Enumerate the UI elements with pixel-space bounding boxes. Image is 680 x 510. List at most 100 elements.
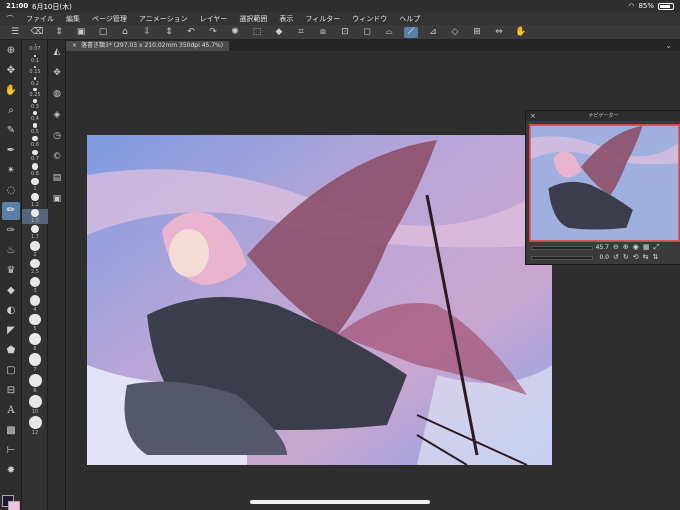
brush-size-item[interactable]: 10 — [22, 394, 48, 415]
home-indicator[interactable] — [250, 500, 430, 504]
redo-icon[interactable]: ↷ — [206, 27, 220, 38]
save-icon[interactable]: ⇩ — [140, 27, 154, 38]
rotate-left-icon[interactable]: ↺ — [613, 253, 619, 261]
grid-icon[interactable]: ⊞ — [470, 27, 484, 38]
flip-horizontal-icon[interactable]: ⇆ — [643, 253, 649, 261]
eyedropper-icon[interactable]: ✎ — [2, 122, 20, 140]
fit-window-icon[interactable]: ⤢ — [653, 243, 659, 252]
cube-icon[interactable]: ◇ — [448, 27, 462, 38]
brush-size-item[interactable]: 2 — [22, 241, 48, 258]
brush-size-item[interactable]: 0.3 — [22, 99, 48, 110]
brush-size-item[interactable]: 5 — [22, 313, 48, 332]
reset-rotation-icon[interactable]: ⟲ — [633, 253, 639, 261]
menu-edit[interactable]: 編集 — [60, 14, 86, 24]
menu-page[interactable]: ページ管理 — [86, 14, 133, 24]
eraser-icon[interactable]: ◆ — [2, 282, 20, 300]
fill-tool-icon[interactable]: ◤ — [2, 322, 20, 340]
menu-layer[interactable]: レイヤー — [194, 14, 234, 24]
flip-vertical-icon[interactable]: ⇅ — [653, 253, 659, 261]
brush-size-item[interactable]: 0.4 — [22, 110, 48, 122]
gradient-icon[interactable]: ⬟ — [2, 342, 20, 360]
menu-help[interactable]: ヘルプ — [393, 14, 426, 24]
stepper-icon[interactable]: ⇕ — [52, 27, 66, 38]
flip-icon[interactable]: ⇔ — [492, 27, 506, 38]
brush-size-item[interactable]: 0.5 — [22, 123, 48, 135]
lasso-icon[interactable]: ✒ — [2, 142, 20, 160]
brush-size-item[interactable]: 0.15 — [22, 66, 48, 75]
sub-tool-icon[interactable]: ✥ — [50, 66, 64, 80]
gallery-icon[interactable]: ▣ — [74, 27, 88, 38]
menu-view[interactable]: 表示 — [273, 14, 299, 24]
brush-size-item[interactable]: 1 — [22, 177, 48, 192]
pen-active-icon[interactable]: ⟋ — [404, 26, 418, 38]
lock-layer-icon[interactable]: ⊡ — [338, 27, 352, 38]
color-wheel-icon[interactable]: ◍ — [50, 87, 64, 101]
brush-size-item[interactable]: 12 — [22, 415, 48, 436]
rotate-right-icon[interactable]: ↻ — [623, 253, 629, 261]
ruler-tool-icon[interactable]: ⊟ — [2, 382, 20, 400]
document-tab[interactable]: × 落書き類3* (297.03 x 210.02mm 350dpi 45.7%… — [66, 40, 230, 51]
correction-icon[interactable]: ⊢ — [2, 442, 20, 460]
deselect-icon[interactable]: ⬚ — [250, 27, 264, 38]
blend-icon[interactable]: ◐ — [2, 302, 20, 320]
brush-size-item[interactable]: 3 — [22, 276, 48, 294]
airbrush-icon[interactable]: ♛ — [2, 262, 20, 280]
zoom-icon[interactable]: ⊕ — [2, 42, 20, 60]
stepper-icon-2[interactable]: ⇕ — [162, 27, 176, 38]
brush-size-item[interactable]: 1.2 — [22, 193, 48, 208]
undo-icon[interactable]: ↶ — [184, 27, 198, 38]
brush-tool-icon[interactable]: ♨ — [2, 242, 20, 260]
text-tool-icon[interactable]: A — [2, 402, 20, 420]
layers-icon[interactable]: ◈ — [50, 108, 64, 122]
settings-icon[interactable]: ✺ — [228, 27, 242, 38]
fill-icon[interactable]: ◆ — [272, 27, 286, 38]
zoom-in-icon[interactable]: ⊕ — [623, 243, 629, 252]
clear-icon[interactable]: ⌫ — [30, 27, 44, 38]
close-tab-icon[interactable]: × — [72, 41, 77, 51]
pen-tool-icon[interactable]: ✏ — [2, 202, 20, 220]
new-file-icon[interactable]: ▢ — [96, 27, 110, 38]
brush-size-item[interactable]: 0.25 — [22, 88, 48, 98]
material-icon[interactable]: ▤ — [50, 171, 64, 185]
hamburger-icon[interactable]: ☰ — [8, 27, 22, 38]
timer-icon[interactable]: ◷ — [50, 129, 64, 143]
color-swatches[interactable] — [2, 495, 20, 510]
brush-size-item[interactable]: 7 — [22, 353, 48, 373]
artwork-canvas[interactable] — [87, 135, 552, 465]
copyright-icon[interactable]: © — [50, 150, 64, 164]
canvas-workspace[interactable]: × ナビゲーター 45.7 ⊖ ⊕ ◉ ▦ ⤢ 0.0 ↺ ↻ ⟲ ⇆ ⇅ — [66, 51, 680, 510]
layer-move-icon[interactable]: ✸ — [2, 462, 20, 480]
pencil-tool-icon[interactable]: ✑ — [2, 222, 20, 240]
layer-property-icon[interactable]: ◭ — [50, 45, 64, 59]
brush-size-item[interactable]: 1.5 — [22, 208, 48, 224]
curve-icon[interactable]: ⌓ — [382, 27, 396, 38]
brush-size-item[interactable]: 4 — [22, 294, 48, 313]
navigator-panel[interactable]: × ナビゲーター 45.7 ⊖ ⊕ ◉ ▦ ⤢ 0.0 ↺ ↻ ⟲ ⇆ ⇅ — [525, 110, 680, 265]
brush-size-item[interactable]: 0.07 — [22, 44, 48, 52]
select-icon[interactable]: ◻ — [360, 27, 374, 38]
brush-size-item[interactable]: 2.5 — [22, 258, 48, 275]
magnifier-icon[interactable]: ⌕ — [2, 102, 20, 120]
move-icon[interactable]: ✥ — [2, 62, 20, 80]
frame-icon[interactable]: ▢ — [2, 362, 20, 380]
magic-wand-icon[interactable]: ✴ — [2, 162, 20, 180]
brush-size-item[interactable]: 6 — [22, 333, 48, 352]
zoom-slider[interactable] — [531, 246, 593, 250]
chevron-down-icon[interactable]: ⌄ — [665, 41, 672, 50]
menu-window[interactable]: ウィンドウ — [346, 14, 393, 24]
brush-size-item[interactable]: 0.7 — [22, 149, 48, 162]
menu-selection[interactable]: 選択範囲 — [233, 14, 273, 24]
hand-tool-icon[interactable]: ✋ — [2, 82, 20, 100]
menu-filter[interactable]: フィルター — [299, 14, 346, 24]
brush-size-item[interactable]: 0.6 — [22, 136, 48, 148]
transform-icon[interactable]: ⌗ — [294, 27, 308, 38]
lasso-select-icon[interactable]: ◌ — [2, 182, 20, 200]
fit-icon[interactable]: ◉ — [633, 243, 639, 252]
navigator-toggle-icon[interactable]: ▣ — [50, 192, 64, 206]
crop-icon[interactable]: ⧈ — [316, 27, 330, 38]
navigator-preview[interactable] — [529, 124, 680, 242]
balloon-icon[interactable]: ▩ — [2, 422, 20, 440]
menu-animation[interactable]: アニメーション — [133, 14, 194, 24]
rotation-slider[interactable] — [531, 256, 593, 260]
open-folder-icon[interactable]: ⌂ — [118, 27, 132, 38]
